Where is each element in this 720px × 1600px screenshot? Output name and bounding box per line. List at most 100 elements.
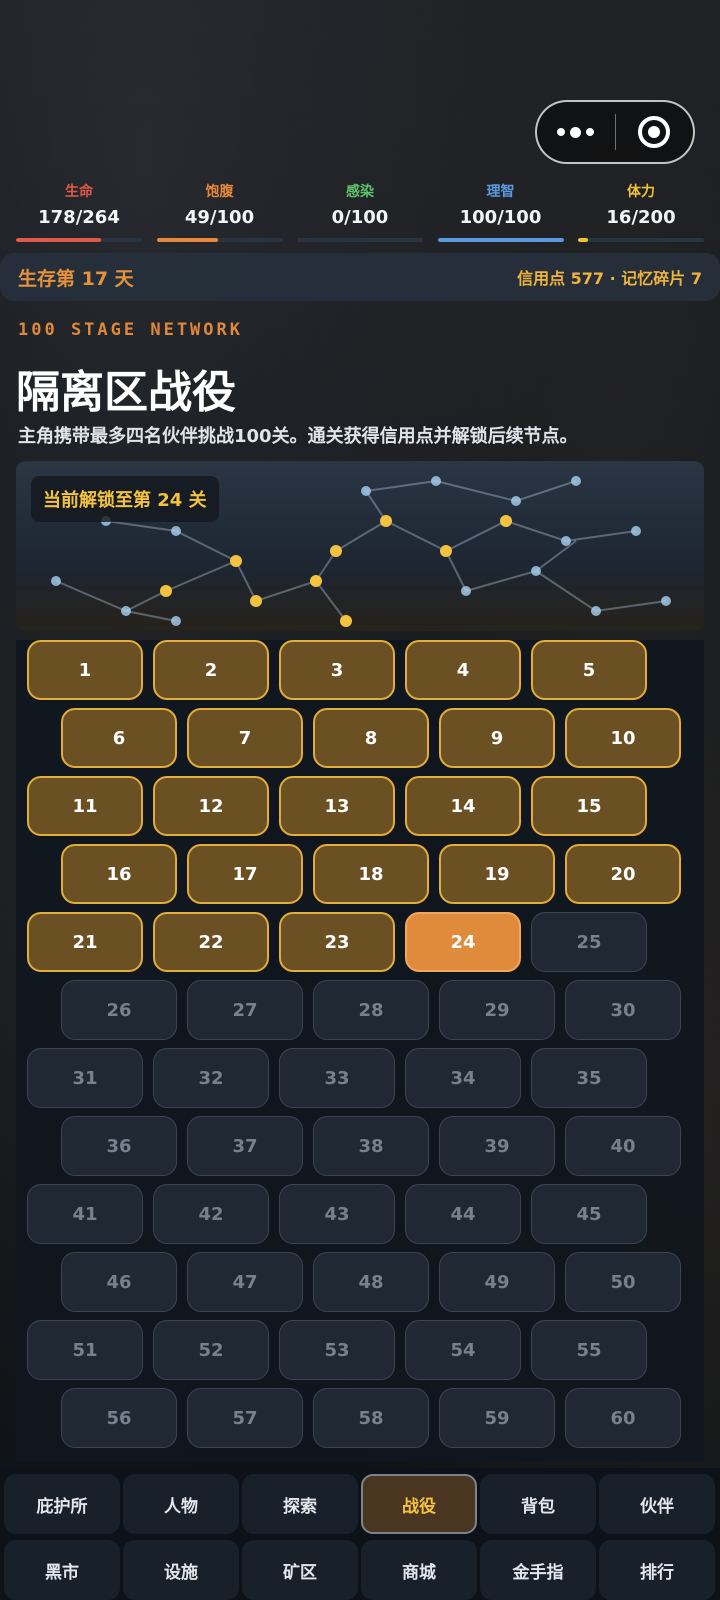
nav-tab-3[interactable]: 探索 [242, 1474, 358, 1534]
stage-node-6[interactable]: 6 [61, 708, 177, 768]
mini-program-capsule [535, 100, 695, 164]
stage-node-56: 56 [61, 1388, 177, 1448]
stage-node-22[interactable]: 22 [153, 912, 269, 972]
stage-node-27: 27 [187, 980, 303, 1040]
stage-node-32: 32 [153, 1048, 269, 1108]
stage-node-9[interactable]: 9 [439, 708, 555, 768]
target-circle-icon[interactable] [615, 102, 693, 162]
stage-node-25: 25 [531, 912, 647, 972]
stat-progress-fill [437, 238, 564, 242]
survival-status-bar: 生存第 17 天 信用点 577 · 记忆碎片 7 [0, 253, 720, 301]
stat-progress-fill [578, 238, 589, 242]
stage-node-12[interactable]: 12 [153, 776, 269, 836]
stage-node-40: 40 [565, 1116, 681, 1176]
nav-tab-5[interactable]: 背包 [480, 1474, 596, 1534]
stage-node-8[interactable]: 8 [313, 708, 429, 768]
campaign-description: 主角携带最多四名伙伴挑战100关。通关获得信用点并解锁后续节点。 [18, 426, 578, 447]
stage-node-34: 34 [405, 1048, 521, 1108]
stat-value: 49/100 [184, 207, 255, 228]
stage-node-20[interactable]: 20 [565, 844, 681, 904]
stage-node-13[interactable]: 13 [279, 776, 395, 836]
stat-progress [16, 238, 142, 242]
nav-tab-12[interactable]: 排行 [599, 1540, 715, 1600]
nav-tab-6[interactable]: 伙伴 [599, 1474, 715, 1534]
stage-node-26: 26 [61, 980, 177, 1040]
stage-node-7[interactable]: 7 [187, 708, 303, 768]
stage-node-58: 58 [313, 1388, 429, 1448]
stage-node-18[interactable]: 18 [313, 844, 429, 904]
stat-value: 16/200 [606, 207, 676, 228]
nav-tab-10[interactable]: 商城 [361, 1540, 477, 1600]
stage-node-11[interactable]: 11 [27, 776, 143, 836]
stage-node-3[interactable]: 3 [279, 640, 395, 700]
unlock-progress-badge: 当前解锁至第 24 关 [31, 476, 219, 522]
stat-value: 178/264 [38, 207, 120, 228]
stage-node-48: 48 [313, 1252, 429, 1312]
stat-label: 理智 [486, 184, 515, 200]
survival-day: 生存第 17 天 [18, 267, 134, 290]
section-subtitle: 100 STAGE NETWORK [18, 320, 243, 340]
stat-label: 饱腹 [205, 184, 234, 200]
stage-node-38: 38 [313, 1116, 429, 1176]
stage-node-51: 51 [27, 1320, 143, 1380]
stage-node-21[interactable]: 21 [27, 912, 143, 972]
nav-tab-7[interactable]: 黑市 [4, 1540, 120, 1600]
stage-node-60: 60 [565, 1388, 681, 1448]
stat-progress-fill [156, 238, 219, 242]
stage-network-banner: 当前解锁至第 24 关 [16, 461, 704, 631]
stage-grid: 1 2 3 4 5 6 7 8 9 10 11 12 13 14 15 16 17 18 19 20 21 22 23 24 2… [16, 640, 704, 1462]
stage-node-24[interactable]: 24 [405, 912, 521, 972]
nav-tab-9[interactable]: 矿区 [242, 1540, 358, 1600]
nav-tab-1[interactable]: 庇护所 [4, 1474, 120, 1534]
stage-node-28: 28 [313, 980, 429, 1040]
stage-node-49: 49 [439, 1252, 555, 1312]
bottom-nav: 庇护所 人物 探索 战役 背包 伙伴黑市 设施 矿区 商城 金手指 排行 [0, 1468, 720, 1600]
stage-node-41: 41 [27, 1184, 143, 1244]
stage-node-16[interactable]: 16 [61, 844, 177, 904]
stage-node-42: 42 [153, 1184, 269, 1244]
stat-infection: 感染 0/100 [297, 182, 423, 248]
stage-node-1[interactable]: 1 [27, 640, 143, 700]
stat-health: 生命 178/264 [16, 182, 142, 248]
stage-node-44: 44 [405, 1184, 521, 1244]
stage-node-47: 47 [187, 1252, 303, 1312]
more-dots-icon[interactable] [537, 102, 615, 162]
stage-node-2[interactable]: 2 [153, 640, 269, 700]
stage-node-35: 35 [531, 1048, 647, 1108]
stat-progress [578, 238, 704, 242]
stat-progress [297, 238, 423, 242]
stat-sanity: 理智 100/100 [437, 182, 564, 248]
stage-node-37: 37 [187, 1116, 303, 1176]
stage-node-43: 43 [279, 1184, 395, 1244]
stage-node-19[interactable]: 19 [439, 844, 555, 904]
nav-tab-8[interactable]: 设施 [123, 1540, 239, 1600]
page-title: 隔离区战役 [16, 367, 236, 418]
stat-progress-fill [16, 238, 101, 242]
stage-node-10[interactable]: 10 [565, 708, 681, 768]
stat-label: 感染 [346, 184, 374, 200]
stage-node-15[interactable]: 15 [531, 776, 647, 836]
stage-node-5[interactable]: 5 [531, 640, 647, 700]
resource-counter: 信用点 577 · 记忆碎片 7 [517, 269, 702, 288]
stage-node-33: 33 [279, 1048, 395, 1108]
stat-label: 生命 [65, 184, 93, 200]
nav-tab-11[interactable]: 金手指 [480, 1540, 596, 1600]
stage-node-23[interactable]: 23 [279, 912, 395, 972]
stat-value: 100/100 [459, 207, 542, 228]
stat-label: 体力 [627, 184, 655, 200]
stage-node-50: 50 [565, 1252, 681, 1312]
stat-progress [437, 238, 564, 242]
stage-node-31: 31 [27, 1048, 143, 1108]
stage-node-53: 53 [279, 1320, 395, 1380]
stage-node-52: 52 [153, 1320, 269, 1380]
stage-node-14[interactable]: 14 [405, 776, 521, 836]
nav-tab-2[interactable]: 人物 [123, 1474, 239, 1534]
stat-hunger: 饱腹 49/100 [156, 182, 283, 248]
stage-node-4[interactable]: 4 [405, 640, 521, 700]
stage-node-39: 39 [439, 1116, 555, 1176]
stage-node-17[interactable]: 17 [187, 844, 303, 904]
nav-tab-4[interactable]: 战役 [361, 1474, 477, 1534]
stat-stamina: 体力 16/200 [578, 182, 704, 248]
stage-node-45: 45 [531, 1184, 647, 1244]
stat-value: 0/100 [331, 207, 389, 228]
